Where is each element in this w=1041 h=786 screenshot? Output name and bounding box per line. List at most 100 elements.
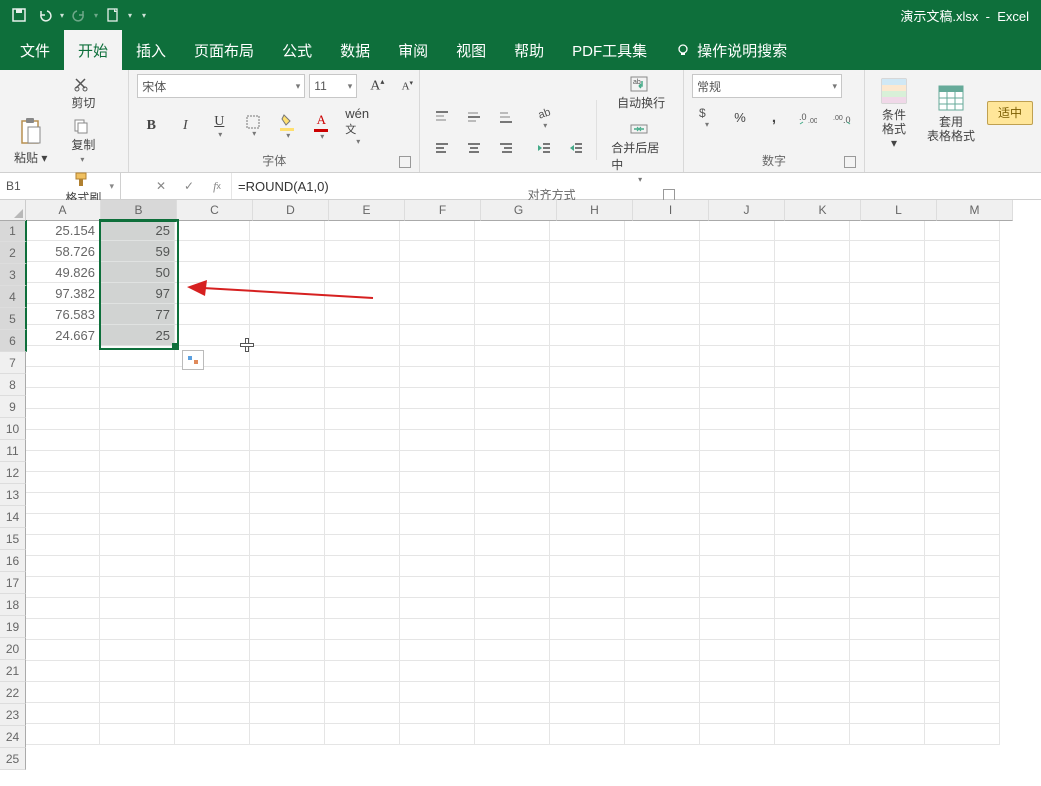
cell-I16[interactable] [625, 535, 700, 556]
cell-A12[interactable] [25, 451, 100, 472]
cell-F16[interactable] [400, 535, 475, 556]
cell-C14[interactable] [175, 493, 250, 514]
cell-I8[interactable] [625, 367, 700, 388]
cell-M16[interactable] [925, 535, 1000, 556]
cell-D20[interactable] [250, 619, 325, 640]
cell-C6[interactable] [175, 325, 250, 346]
cell-M12[interactable] [925, 451, 1000, 472]
cell-K18[interactable] [775, 577, 850, 598]
cell-C17[interactable] [175, 556, 250, 577]
col-header-D[interactable]: D [253, 200, 329, 221]
orientation-icon[interactable]: ab▾ [530, 103, 558, 132]
cell-K1[interactable] [775, 220, 850, 241]
accounting-format-icon[interactable]: $▾ [692, 104, 720, 131]
cell-D19[interactable] [250, 598, 325, 619]
cell-H4[interactable] [550, 283, 625, 304]
cell-F1[interactable] [400, 220, 475, 241]
cell-J14[interactable] [700, 493, 775, 514]
cell-I4[interactable] [625, 283, 700, 304]
cell-L3[interactable] [850, 262, 925, 283]
increase-indent-icon[interactable] [562, 138, 590, 158]
cell-E15[interactable] [325, 514, 400, 535]
col-header-G[interactable]: G [481, 200, 557, 221]
cell-H19[interactable] [550, 598, 625, 619]
cell-J6[interactable] [700, 325, 775, 346]
row-header-22[interactable]: 22 [0, 682, 26, 704]
cell-G22[interactable] [475, 661, 550, 682]
cell-M23[interactable] [925, 682, 1000, 703]
dialog-launcher-icon[interactable] [399, 156, 411, 168]
cell-L4[interactable] [850, 283, 925, 304]
cell-K3[interactable] [775, 262, 850, 283]
cell-A24[interactable] [25, 703, 100, 724]
align-top-icon[interactable] [428, 107, 456, 127]
cell-J2[interactable] [700, 241, 775, 262]
cell-M13[interactable] [925, 472, 1000, 493]
cell-K23[interactable] [775, 682, 850, 703]
row-header-2[interactable]: 2 [0, 242, 27, 264]
cell-C16[interactable] [175, 535, 250, 556]
name-box[interactable]: B1▾ [0, 173, 121, 199]
wrap-text-button[interactable]: ab自动换行 [603, 74, 675, 113]
cell-G12[interactable] [475, 451, 550, 472]
cell-M15[interactable] [925, 514, 1000, 535]
tab-tell-me[interactable]: 操作说明搜索 [661, 30, 801, 70]
cell-A14[interactable] [25, 493, 100, 514]
cell-B20[interactable] [100, 619, 175, 640]
cell-F10[interactable] [400, 409, 475, 430]
cell-B14[interactable] [100, 493, 175, 514]
redo-icon[interactable] [68, 4, 90, 26]
cell-I17[interactable] [625, 556, 700, 577]
cell-H12[interactable] [550, 451, 625, 472]
cell-K7[interactable] [775, 346, 850, 367]
cell-C9[interactable] [175, 388, 250, 409]
cell-G24[interactable] [475, 703, 550, 724]
cell-I11[interactable] [625, 430, 700, 451]
cell-F8[interactable] [400, 367, 475, 388]
cell-I19[interactable] [625, 598, 700, 619]
number-format-combo[interactable]: 常规▾ [692, 74, 842, 98]
cell-G1[interactable] [475, 220, 550, 241]
cell-F2[interactable] [400, 241, 475, 262]
cell-B5[interactable]: 77 [100, 304, 175, 325]
cell-G7[interactable] [475, 346, 550, 367]
row-header-10[interactable]: 10 [0, 418, 26, 440]
col-header-A[interactable]: A [25, 200, 101, 221]
cell-B1[interactable]: 25 [100, 220, 175, 241]
cell-D11[interactable] [250, 430, 325, 451]
row-header-4[interactable]: 4 [0, 286, 27, 308]
cell-style-neutral[interactable]: 适中 [987, 101, 1033, 125]
cell-G2[interactable] [475, 241, 550, 262]
cell-E14[interactable] [325, 493, 400, 514]
cell-E23[interactable] [325, 682, 400, 703]
cell-D24[interactable] [250, 703, 325, 724]
cell-J20[interactable] [700, 619, 775, 640]
cell-E1[interactable] [325, 220, 400, 241]
cell-B12[interactable] [100, 451, 175, 472]
cell-I5[interactable] [625, 304, 700, 325]
undo-icon[interactable] [34, 4, 56, 26]
cell-E12[interactable] [325, 451, 400, 472]
cell-H1[interactable] [550, 220, 625, 241]
cell-D12[interactable] [250, 451, 325, 472]
cell-A5[interactable]: 76.583 [25, 304, 100, 325]
cell-J22[interactable] [700, 661, 775, 682]
cancel-formula-icon[interactable]: ✕ [147, 173, 175, 199]
cell-A21[interactable] [25, 640, 100, 661]
align-bottom-icon[interactable] [492, 107, 520, 127]
cell-J15[interactable] [700, 514, 775, 535]
cell-K13[interactable] [775, 472, 850, 493]
cell-G25[interactable] [475, 724, 550, 745]
cell-D17[interactable] [250, 556, 325, 577]
cell-I24[interactable] [625, 703, 700, 724]
row-header-18[interactable]: 18 [0, 594, 26, 616]
cell-L5[interactable] [850, 304, 925, 325]
row-header-15[interactable]: 15 [0, 528, 26, 550]
tab-help[interactable]: 帮助 [500, 30, 558, 70]
cell-J16[interactable] [700, 535, 775, 556]
cell-A1[interactable]: 25.154 [25, 220, 100, 241]
underline-button[interactable]: U▾ [205, 112, 233, 141]
cell-B24[interactable] [100, 703, 175, 724]
col-header-I[interactable]: I [633, 200, 709, 221]
cell-D14[interactable] [250, 493, 325, 514]
